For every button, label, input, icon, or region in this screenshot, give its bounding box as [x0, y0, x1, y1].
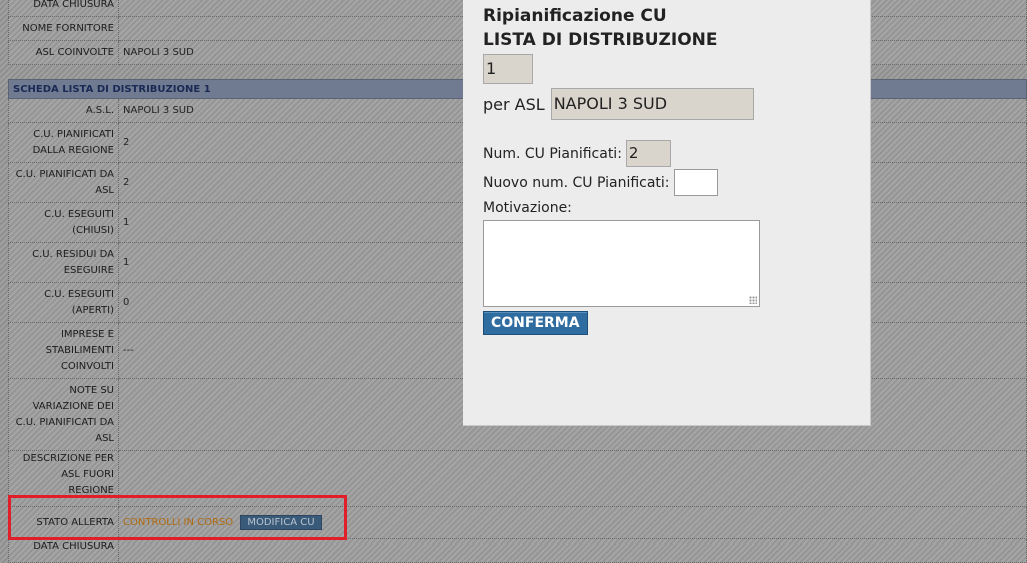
status-row: STATO ALLERTA CONTROLLI IN CORSO MODIFIC…	[8, 506, 1027, 539]
dialog-subtitle: LISTA DI DISTRIBUZIONE	[483, 30, 718, 50]
modifica-cu-button[interactable]: MODIFICA CU	[240, 515, 322, 530]
motivation-label: Motivazione:	[483, 200, 572, 216]
motivation-textarea[interactable]	[483, 220, 760, 307]
table-row: DATA CHIUSURA	[8, 538, 1027, 563]
row-label: ASL COINVOLTE	[8, 40, 119, 65]
status-value: CONTROLLI IN CORSO	[123, 517, 234, 528]
row-label: A.S.L.	[8, 98, 119, 123]
confirm-button[interactable]: CONFERMA	[483, 311, 588, 335]
row-label: C.U. RESIDUI DA ESEGUIRE	[8, 242, 119, 283]
row-label: NOTE SU VARIAZIONE DEI C.U. PIANIFICATI …	[8, 378, 119, 451]
row-label: DESCRIZIONE PER ASL FUORI REGIONE	[8, 450, 119, 507]
row-label: C.U. ESEGUITI (CHIUSI)	[8, 202, 119, 243]
list-number-field: 1	[483, 54, 533, 84]
row-label: C.U. PIANIFICATI DALLA REGIONE	[8, 122, 119, 163]
row-label: STATO ALLERTA	[8, 506, 119, 539]
resize-grip-icon[interactable]	[749, 296, 757, 304]
row-label: NOME FORNITORE	[8, 16, 119, 41]
row-label: DATA CHIUSURA	[8, 538, 119, 563]
row-label: IMPRESE E STABILIMENTI COINVOLTI	[8, 322, 119, 379]
asl-label: per ASL	[483, 94, 545, 114]
new-num-cu-input[interactable]	[673, 169, 718, 196]
table-row: DESCRIZIONE PER ASL FUORI REGIONE	[8, 450, 1027, 507]
num-cu-field: 2	[625, 140, 671, 167]
new-num-cu-label: Nuovo num. CU Pianificati:	[483, 174, 670, 191]
row-label: C.U. PIANIFICATI DA ASL	[8, 162, 119, 203]
row-value	[118, 450, 1027, 507]
row-label: DATA CHIUSURA	[8, 0, 119, 17]
dialog-title: Ripianificazione CU	[483, 6, 667, 26]
row-label: C.U. ESEGUITI (APERTI)	[8, 282, 119, 323]
asl-field: NAPOLI 3 SUD	[550, 88, 754, 120]
num-cu-label: Num. CU Pianificati:	[483, 145, 622, 162]
replanning-dialog: Ripianificazione CU LISTA DI DISTRIBUZIO…	[463, 0, 871, 426]
